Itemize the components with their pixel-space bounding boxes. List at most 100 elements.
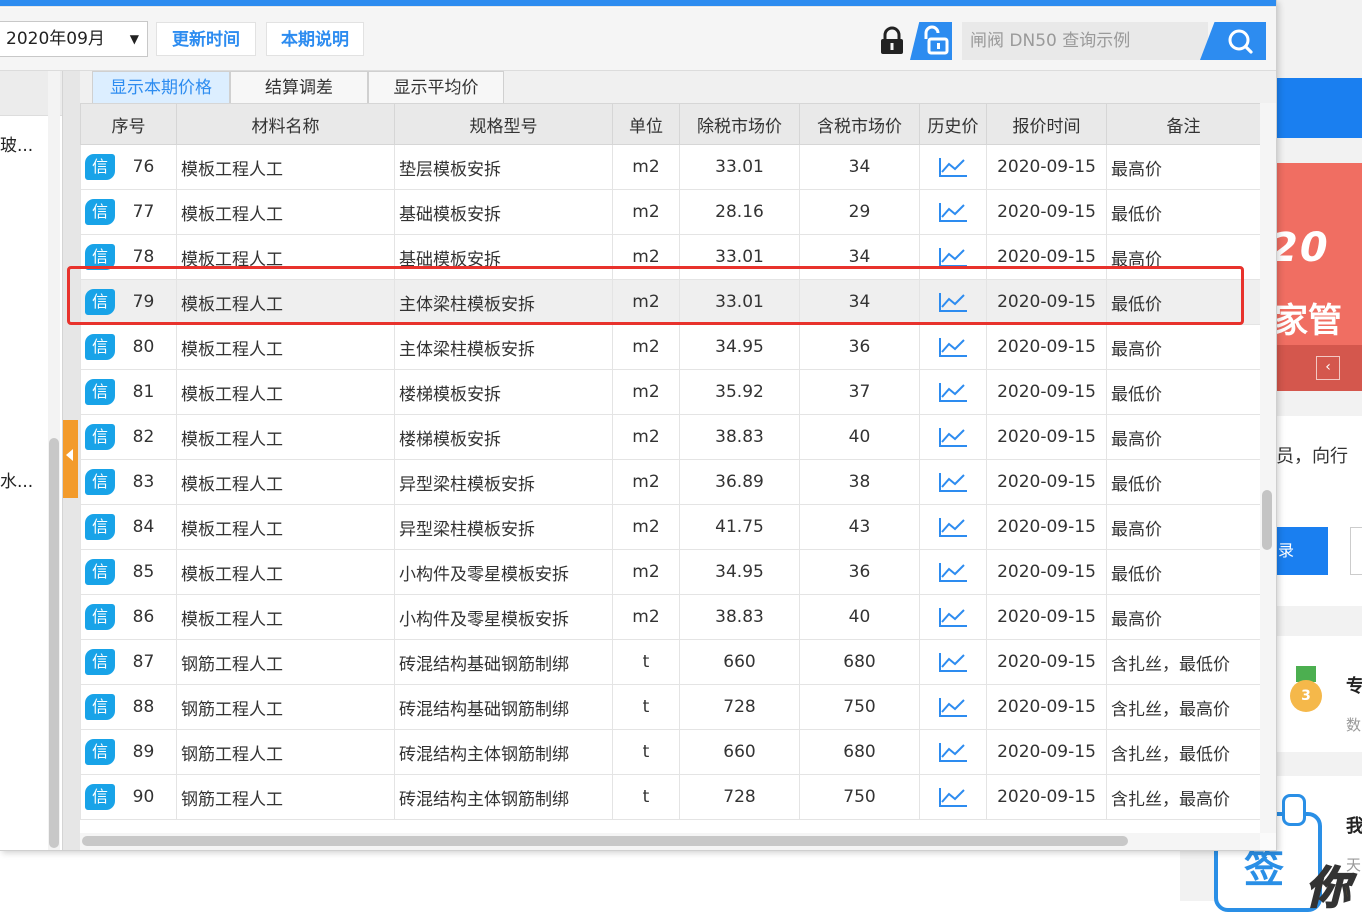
cell-price-in-tax: 680 — [799, 729, 920, 775]
trend-chart-icon — [939, 293, 967, 312]
table-row[interactable]: 信 81 模板工程人工 楼梯模板安拆 m2 35.92 37 2020-09-15 最低价 — [80, 369, 1260, 415]
credit-badge-icon[interactable]: 信 — [85, 289, 115, 315]
lock-icon[interactable] — [878, 26, 906, 56]
table-row[interactable]: 信 79 模板工程人工 主体梁柱模板安拆 m2 33.01 34 2020-09-15 最低价 — [80, 279, 1260, 325]
cell-quote-date: 2020-09-15 — [986, 189, 1107, 235]
table-vertical-scrollbar[interactable] — [1260, 103, 1276, 833]
history-price-button[interactable] — [919, 189, 987, 235]
credit-badge-icon[interactable]: 信 — [85, 559, 115, 585]
credit-badge-icon[interactable]: 信 — [85, 469, 115, 495]
history-price-button[interactable] — [919, 369, 987, 415]
cell-material-name: 模板工程人工 — [176, 324, 395, 370]
table-row[interactable]: 信 84 模板工程人工 异型梁柱模板安拆 m2 41.75 43 2020-09-15 最高价 — [80, 504, 1260, 550]
column-header[interactable]: 序号 — [80, 103, 177, 145]
banner-prev-icon[interactable]: ‹ — [1316, 356, 1340, 380]
cell-quote-date: 2020-09-15 — [986, 774, 1107, 820]
credit-badge-icon[interactable]: 信 — [85, 154, 115, 180]
search-button[interactable] — [1200, 22, 1266, 60]
history-price-button[interactable] — [919, 639, 987, 685]
table-row[interactable]: 信 86 模板工程人工 小构件及零星模板安拆 m2 38.83 40 2020-09-15 最高… — [80, 594, 1260, 640]
history-price-button[interactable] — [919, 594, 987, 640]
cell-material-name: 模板工程人工 — [176, 144, 395, 190]
cell-price-ex-tax: 33.01 — [679, 234, 800, 280]
column-header[interactable]: 备注 — [1106, 103, 1260, 145]
cell-seq: 信 77 — [80, 189, 177, 235]
table-vertical-scrollbar-thumb[interactable] — [1262, 490, 1272, 550]
cell-spec: 异型梁柱模板安拆 — [394, 504, 613, 550]
column-header[interactable]: 含税市场价 — [799, 103, 920, 145]
unlock-button[interactable] — [910, 22, 952, 60]
history-price-button[interactable] — [919, 774, 987, 820]
table-row[interactable]: 信 90 钢筋工程人工 砖混结构主体钢筋制绑 t 728 750 2020-09-15 含扎丝，… — [80, 774, 1260, 820]
table-horizontal-scrollbar-thumb[interactable] — [82, 836, 1128, 846]
cell-seq: 信 86 — [80, 594, 177, 640]
table-row[interactable]: 信 82 模板工程人工 楼梯模板安拆 m2 38.83 40 2020-09-15 最高价 — [80, 414, 1260, 460]
search-input[interactable]: 闸阀 DN50 查询示例 — [962, 22, 1208, 60]
table-row[interactable]: 信 87 钢筋工程人工 砖混结构基础钢筋制绑 t 660 680 2020-09-15 含扎丝，… — [80, 639, 1260, 685]
cell-material-name: 模板工程人工 — [176, 369, 395, 415]
credit-badge-icon[interactable]: 信 — [85, 334, 115, 360]
cell-note: 最低价 — [1106, 369, 1260, 415]
period-select[interactable]: 2020年09月 ▼ — [0, 21, 148, 57]
tab-settlement-adjustment[interactable]: 结算调差 — [230, 71, 368, 103]
history-price-button[interactable] — [919, 549, 987, 595]
table-row[interactable]: 信 83 模板工程人工 异型梁柱模板安拆 m2 36.89 38 2020-09-15 最低价 — [80, 459, 1260, 505]
history-price-button[interactable] — [919, 144, 987, 190]
table-row[interactable]: 信 85 模板工程人工 小构件及零星模板安拆 m2 34.95 36 2020-09-15 最低… — [80, 549, 1260, 595]
row-number: 78 — [132, 247, 155, 267]
period-note-button[interactable]: 本期说明 — [266, 22, 364, 56]
tab-average-price[interactable]: 显示平均价 — [368, 71, 504, 103]
history-price-button[interactable] — [919, 459, 987, 505]
credit-badge-icon[interactable]: 信 — [85, 379, 115, 405]
table-row[interactable]: 信 88 钢筋工程人工 砖混结构基础钢筋制绑 t 728 750 2020-09-15 含扎丝，… — [80, 684, 1260, 730]
cell-spec: 楼梯模板安拆 — [394, 369, 613, 415]
table-row[interactable]: 信 77 模板工程人工 基础模板安拆 m2 28.16 29 2020-09-15 最低价 — [80, 189, 1260, 235]
credit-badge-icon[interactable]: 信 — [85, 199, 115, 225]
cell-note: 最低价 — [1106, 279, 1260, 325]
history-price-button[interactable] — [919, 414, 987, 460]
history-price-button[interactable] — [919, 729, 987, 775]
table-body: 信 76 模板工程人工 垫层模板安拆 m2 33.01 34 2020-09-15 最高价信 77… — [80, 144, 1260, 820]
column-header[interactable]: 单位 — [612, 103, 680, 145]
unlock-icon — [924, 25, 949, 55]
tab-current-price[interactable]: 显示本期价格 — [92, 71, 230, 103]
history-price-button[interactable] — [919, 279, 987, 325]
cell-unit: m2 — [612, 189, 680, 235]
update-time-button[interactable]: 更新时间 — [156, 22, 256, 56]
background-login-button[interactable]: 录 — [1276, 527, 1328, 575]
credit-badge-icon[interactable]: 信 — [85, 514, 115, 540]
column-header[interactable]: 材料名称 — [176, 103, 395, 145]
table-row[interactable]: 信 80 模板工程人工 主体梁柱模板安拆 m2 34.95 36 2020-09-15 最高价 — [80, 324, 1260, 370]
column-header[interactable]: 除税市场价 — [679, 103, 800, 145]
category-item[interactable]: 玻... — [0, 131, 33, 156]
background-banner[interactable]: 20 家管 ‹ — [1276, 163, 1362, 391]
search-icon — [1228, 29, 1253, 54]
credit-badge-icon[interactable]: 信 — [85, 739, 115, 765]
column-header[interactable]: 历史价 — [919, 103, 987, 145]
banner-text: 家管 — [1276, 301, 1342, 341]
credit-badge-icon[interactable]: 信 — [85, 244, 115, 270]
trend-chart-icon — [939, 518, 967, 537]
history-price-button[interactable] — [919, 504, 987, 550]
table-row[interactable]: 信 89 钢筋工程人工 砖混结构主体钢筋制绑 t 660 680 2020-09-15 含扎丝，… — [80, 729, 1260, 775]
table-row[interactable]: 信 76 模板工程人工 垫层模板安拆 m2 33.01 34 2020-09-15 最高价 — [80, 144, 1260, 190]
credit-badge-icon[interactable]: 信 — [85, 604, 115, 630]
column-header[interactable]: 规格型号 — [394, 103, 613, 145]
background-secondary-button[interactable] — [1350, 527, 1362, 575]
credit-badge-icon[interactable]: 信 — [85, 649, 115, 675]
history-price-button[interactable] — [919, 234, 987, 280]
cell-price-in-tax: 40 — [799, 414, 920, 460]
category-item[interactable]: 水... — [0, 467, 33, 492]
row-number: 84 — [132, 517, 155, 537]
history-price-button[interactable] — [919, 324, 987, 370]
cell-spec: 主体梁柱模板安拆 — [394, 324, 613, 370]
credit-badge-icon[interactable]: 信 — [85, 784, 115, 810]
cell-price-in-tax: 40 — [799, 594, 920, 640]
caret-down-icon[interactable]: ▼ — [130, 22, 139, 56]
column-header[interactable]: 报价时间 — [986, 103, 1107, 145]
category-scrollbar-thumb[interactable] — [49, 438, 59, 848]
history-price-button[interactable] — [919, 684, 987, 730]
credit-badge-icon[interactable]: 信 — [85, 694, 115, 720]
credit-badge-icon[interactable]: 信 — [85, 424, 115, 450]
table-row[interactable]: 信 78 模板工程人工 基础模板安拆 m2 33.01 34 2020-09-15 最高价 — [80, 234, 1260, 280]
